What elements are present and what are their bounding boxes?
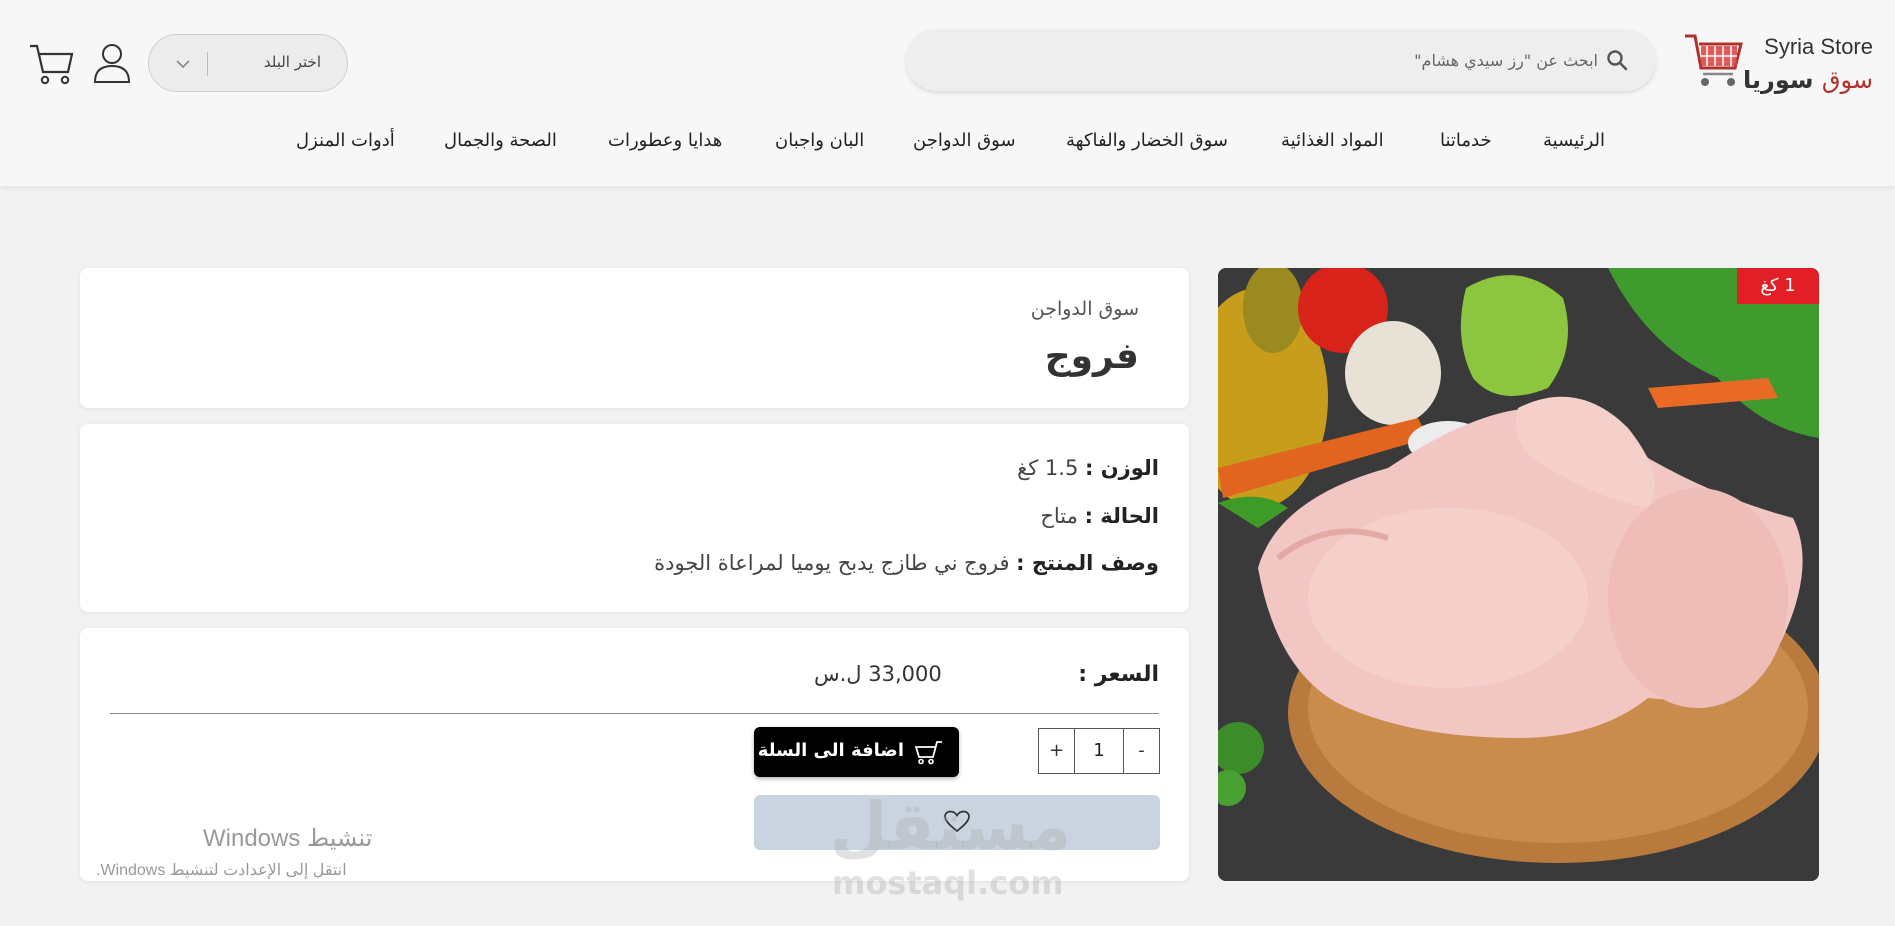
windows-activation-title: تنشيط Windows	[203, 825, 373, 852]
cart-icon[interactable]	[28, 42, 74, 86]
price-label: السعر :	[1078, 662, 1159, 687]
windows-activation-subtitle: انتقل إلى الإعدادت لتنشيط Windows.	[96, 862, 347, 879]
product-title-card: سوق الدواجن فروج	[80, 268, 1189, 408]
logo-text-ar: سوق سوريا	[1743, 66, 1873, 94]
spec-description: وصف المنتج : فروج ني طازج يدبح يوميا لمر…	[654, 551, 1159, 575]
search-bar	[906, 29, 1656, 91]
price-value: 33,000 ل.س	[814, 662, 942, 686]
nav-item-gifts-perfumes[interactable]: هدايا وعطورات	[608, 130, 722, 151]
quantity-decrement-button[interactable]: -	[1123, 729, 1159, 773]
product-image: 1 كغ	[1218, 268, 1819, 881]
spec-weight-value: 1.5 كغ	[1017, 456, 1079, 480]
weight-badge: 1 كغ	[1737, 268, 1819, 304]
country-select-divider	[207, 52, 208, 76]
add-to-cart-button[interactable]: اضافة الى السلة	[754, 727, 959, 777]
nav-item-dairy[interactable]: البان واجبان	[775, 130, 864, 151]
quantity-value[interactable]: 1	[1075, 729, 1123, 773]
site-header: Syria Store سوق سوريا اختر البلد الرئيسي…	[0, 0, 1895, 186]
watermark-ar: مستقل	[830, 788, 1072, 865]
watermark-en: mostaql.com	[832, 864, 1064, 902]
spec-description-value: فروج ني طازج يدبح يوميا لمراعاة الجودة	[654, 551, 1010, 575]
logo-cart-icon	[1685, 34, 1743, 86]
price-divider	[110, 713, 1159, 714]
chevron-down-icon	[176, 60, 190, 69]
add-to-cart-label: اضافة الى السلة	[757, 740, 904, 761]
quantity-stepper: + 1 -	[1038, 728, 1160, 774]
product-title: فروج	[1044, 336, 1139, 377]
chicken-photo-illustration	[1218, 268, 1819, 881]
nav-item-home-tools[interactable]: أدوات المنزل	[296, 130, 395, 151]
spec-status-value: متاح	[1040, 504, 1078, 528]
logo-text-en: Syria Store	[1764, 34, 1873, 59]
nav-item-food[interactable]: المواد الغذائية	[1281, 130, 1384, 151]
product-specs-card: الوزن : 1.5 كغ الحالة : متاح وصف المنتج …	[80, 424, 1189, 612]
nav-item-poultry[interactable]: سوق الدواجن	[913, 130, 1016, 151]
main-nav: الرئيسية خدماتنا المواد الغذائية سوق الخ…	[0, 126, 1895, 160]
nav-item-health-beauty[interactable]: الصحة والجمال	[444, 130, 557, 151]
nav-item-services[interactable]: خدماتنا	[1440, 130, 1492, 151]
product-category-link[interactable]: سوق الدواجن	[1031, 298, 1139, 320]
spec-description-key: وصف المنتج :	[1016, 551, 1159, 575]
country-select-label: اختر البلد	[263, 53, 321, 71]
cart-icon	[915, 741, 942, 765]
spec-weight-key: الوزن :	[1085, 456, 1159, 480]
country-select[interactable]: اختر البلد	[148, 34, 348, 92]
user-icon[interactable]	[92, 42, 132, 84]
nav-item-vegetables-fruits[interactable]: سوق الخضار والفاكهة	[1066, 130, 1228, 151]
site-logo[interactable]: Syria Store سوق سوريا	[1663, 28, 1873, 98]
quantity-increment-button[interactable]: +	[1039, 729, 1075, 773]
nav-item-home[interactable]: الرئيسية	[1543, 130, 1605, 151]
search-icon[interactable]	[1606, 49, 1628, 71]
search-input[interactable]	[958, 41, 1598, 79]
spec-status: الحالة : متاح	[1040, 504, 1159, 528]
spec-weight: الوزن : 1.5 كغ	[1017, 456, 1159, 480]
spec-status-key: الحالة :	[1084, 504, 1159, 528]
